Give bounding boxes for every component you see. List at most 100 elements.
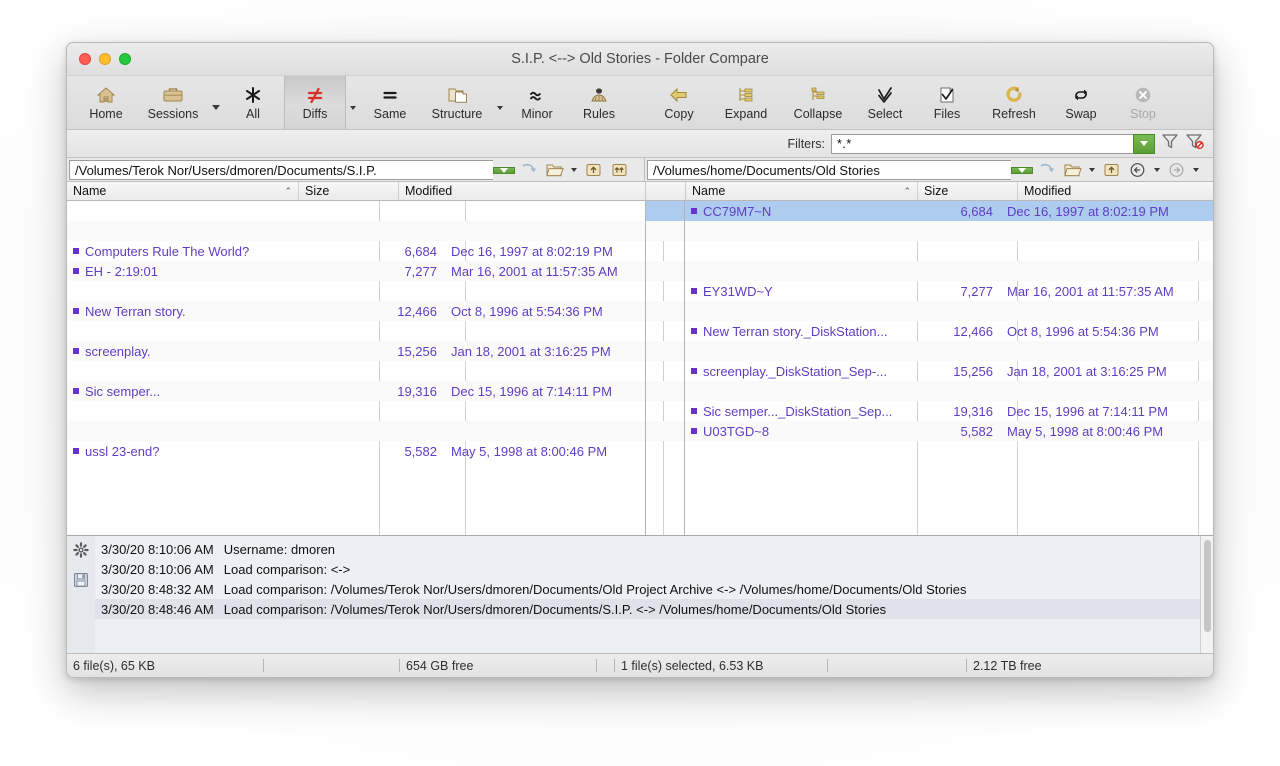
- log-timestamp: 3/30/20 8:48:46 AM: [101, 601, 214, 617]
- toolbar-button-rules[interactable]: Rules: [568, 76, 630, 129]
- file-type-bullet-icon: [73, 268, 79, 274]
- left-header-size[interactable]: Size: [299, 182, 399, 200]
- close-button[interactable]: [79, 53, 91, 65]
- table-row[interactable]: [67, 321, 645, 341]
- log-scrollbar[interactable]: [1200, 536, 1213, 653]
- table-row[interactable]: Sic semper... 19,316 Dec 15, 1996 at 7:14:…: [67, 381, 645, 401]
- row-size: 7,277: [404, 263, 437, 279]
- chevron-down-icon: [1140, 141, 1148, 146]
- back-navigation-icon[interactable]: [1124, 159, 1150, 181]
- table-row[interactable]: [685, 341, 1213, 361]
- table-row[interactable]: [67, 361, 645, 381]
- left-folder-dropdown-caret[interactable]: [567, 168, 580, 172]
- toolbar-button-copy[interactable]: Copy: [648, 76, 710, 129]
- toolbar-button-expand[interactable]: Expand: [710, 76, 782, 129]
- middle-row: [646, 361, 684, 381]
- table-row[interactable]: [685, 241, 1213, 261]
- table-row[interactable]: [67, 281, 645, 301]
- file-type-bullet-icon: [691, 328, 697, 334]
- left-open-folder-icon[interactable]: [541, 159, 567, 181]
- row-modified: Oct 8, 1996 at 5:54:36 PM: [1007, 323, 1159, 339]
- filter-input[interactable]: *.*: [831, 133, 1133, 154]
- back-dropdown-caret[interactable]: [1150, 168, 1163, 172]
- right-header-size[interactable]: Size: [918, 182, 1018, 200]
- gear-icon[interactable]: [73, 542, 89, 563]
- filter-icon[interactable]: [1161, 132, 1179, 155]
- left-header-modified[interactable]: Modified: [399, 182, 645, 200]
- toolbar-button-collapse[interactable]: Collapse: [782, 76, 854, 129]
- right-path-input[interactable]: /Volumes/home/Documents/Old Stories: [647, 160, 1011, 180]
- left-file-list[interactable]: Computers Rule The World? 6,684 Dec 16, 19…: [67, 201, 645, 535]
- table-row[interactable]: [685, 301, 1213, 321]
- right-folder-dropdown-caret[interactable]: [1085, 168, 1098, 172]
- toolbar-button-select[interactable]: Select: [854, 76, 916, 129]
- left-header-name[interactable]: Name ⌃: [67, 182, 299, 200]
- row-name: New Terran story.: [85, 303, 186, 319]
- filter-dropdown-button[interactable]: [1133, 133, 1155, 154]
- structure-dropdown-caret[interactable]: [493, 76, 506, 129]
- left-path-dropdown-button[interactable]: [493, 166, 515, 174]
- left-top-folder-icon[interactable]: [606, 159, 632, 181]
- table-row[interactable]: [67, 421, 645, 441]
- log-line[interactable]: 3/30/20 8:48:32 AM Load comparison: /Volu…: [95, 579, 1200, 599]
- table-row[interactable]: New Terran story._DiskStation... 12,466 Oc…: [685, 321, 1213, 341]
- log-line[interactable]: 3/30/20 8:10:06 AM Load comparison: <->: [95, 559, 1200, 579]
- filter-clear-icon[interactable]: [1185, 132, 1205, 155]
- toolbar-button-swap[interactable]: Swap: [1050, 76, 1112, 129]
- file-type-bullet-icon: [73, 308, 79, 314]
- toolbar-button-minor[interactable]: Minor: [506, 76, 568, 129]
- right-rows-container: CC79M7~N 6,684 Dec 16, 1997 at 8:02:19 PM …: [685, 201, 1213, 441]
- toolbar-button-refresh[interactable]: Refresh: [978, 76, 1050, 129]
- status-spacer-1: [264, 654, 399, 677]
- toolbar-button-sessions[interactable]: Sessions: [137, 76, 209, 129]
- toolbar-button-files[interactable]: Files: [916, 76, 978, 129]
- left-path-input[interactable]: /Volumes/Terok Nor/Users/dmoren/Document…: [69, 160, 493, 180]
- right-recent-icon[interactable]: [1033, 159, 1059, 181]
- toolbar-button-home[interactable]: Home: [75, 76, 137, 129]
- table-row[interactable]: [685, 381, 1213, 401]
- row-modified: Dec 15, 1996 at 7:14:11 PM: [1007, 403, 1168, 419]
- table-row[interactable]: screenplay. 15,256 Jan 18, 2001 at 3:16:25…: [67, 341, 645, 361]
- forward-dropdown-caret[interactable]: [1189, 168, 1202, 172]
- row-size: 15,256: [953, 363, 993, 379]
- diffs-dropdown-caret[interactable]: [346, 76, 359, 129]
- log-scrollbar-thumb[interactable]: [1204, 540, 1211, 632]
- log-line[interactable]: 3/30/20 8:48:46 AM Load comparison: /Volu…: [95, 599, 1200, 619]
- table-row[interactable]: [685, 221, 1213, 241]
- table-row[interactable]: New Terran story. 12,466 Oct 8, 1996 at 5:…: [67, 301, 645, 321]
- toolbar-button-same[interactable]: Same: [359, 76, 421, 129]
- sessions-dropdown-caret[interactable]: [209, 76, 222, 129]
- app-window: S.I.P. <--> Old Stories - Folder Compare…: [66, 42, 1214, 678]
- table-row[interactable]: Sic semper..._DiskStation_Sep... 19,316 De…: [685, 401, 1213, 421]
- arrow-left-icon: [669, 85, 689, 105]
- left-header-name-label: Name: [73, 184, 107, 198]
- table-row[interactable]: EH - 2:19:01 7,277 Mar 16, 2001 at 11:57:3…: [67, 261, 645, 281]
- table-row[interactable]: ussl 23-end? 5,582 May 5, 1998 at 8:00:46 …: [67, 441, 645, 461]
- right-file-list[interactable]: CC79M7~N 6,684 Dec 16, 1997 at 8:02:19 PM …: [685, 201, 1213, 535]
- right-parent-folder-icon[interactable]: [1098, 159, 1124, 181]
- toolbar-button-structure[interactable]: Structure: [421, 76, 493, 129]
- table-row[interactable]: U03TGD~8 5,582 May 5, 1998 at 8:00:46 PM: [685, 421, 1213, 441]
- table-row[interactable]: CC79M7~N 6,684 Dec 16, 1997 at 8:02:19 PM: [685, 201, 1213, 221]
- save-icon[interactable]: [73, 572, 89, 593]
- left-recent-icon[interactable]: [515, 159, 541, 181]
- log-line[interactable]: 3/30/20 8:10:06 AM Username: dmoren: [95, 539, 1200, 559]
- minimize-button[interactable]: [99, 53, 111, 65]
- right-header-name[interactable]: Name ⌃: [686, 182, 918, 200]
- zoom-button[interactable]: [119, 53, 131, 65]
- log-lines[interactable]: 3/30/20 8:10:06 AM Username: dmoren 3/30/2…: [95, 536, 1200, 653]
- table-row[interactable]: EY31WD~Y 7,277 Mar 16, 2001 at 11:57:35 AM: [685, 281, 1213, 301]
- table-row[interactable]: screenplay._DiskStation_Sep-... 15,256 Jan…: [685, 361, 1213, 381]
- table-row[interactable]: [685, 261, 1213, 281]
- table-row[interactable]: [67, 201, 645, 221]
- middle-row: [646, 401, 684, 421]
- left-parent-folder-icon[interactable]: [580, 159, 606, 181]
- toolbar-button-diffs[interactable]: Diffs: [284, 76, 346, 129]
- toolbar-button-all[interactable]: All: [222, 76, 284, 129]
- table-row[interactable]: [67, 221, 645, 241]
- right-path-dropdown-button[interactable]: [1011, 166, 1033, 174]
- right-header-modified[interactable]: Modified: [1018, 182, 1213, 200]
- table-row[interactable]: [67, 401, 645, 421]
- right-open-folder-icon[interactable]: [1059, 159, 1085, 181]
- table-row[interactable]: Computers Rule The World? 6,684 Dec 16, 19…: [67, 241, 645, 261]
